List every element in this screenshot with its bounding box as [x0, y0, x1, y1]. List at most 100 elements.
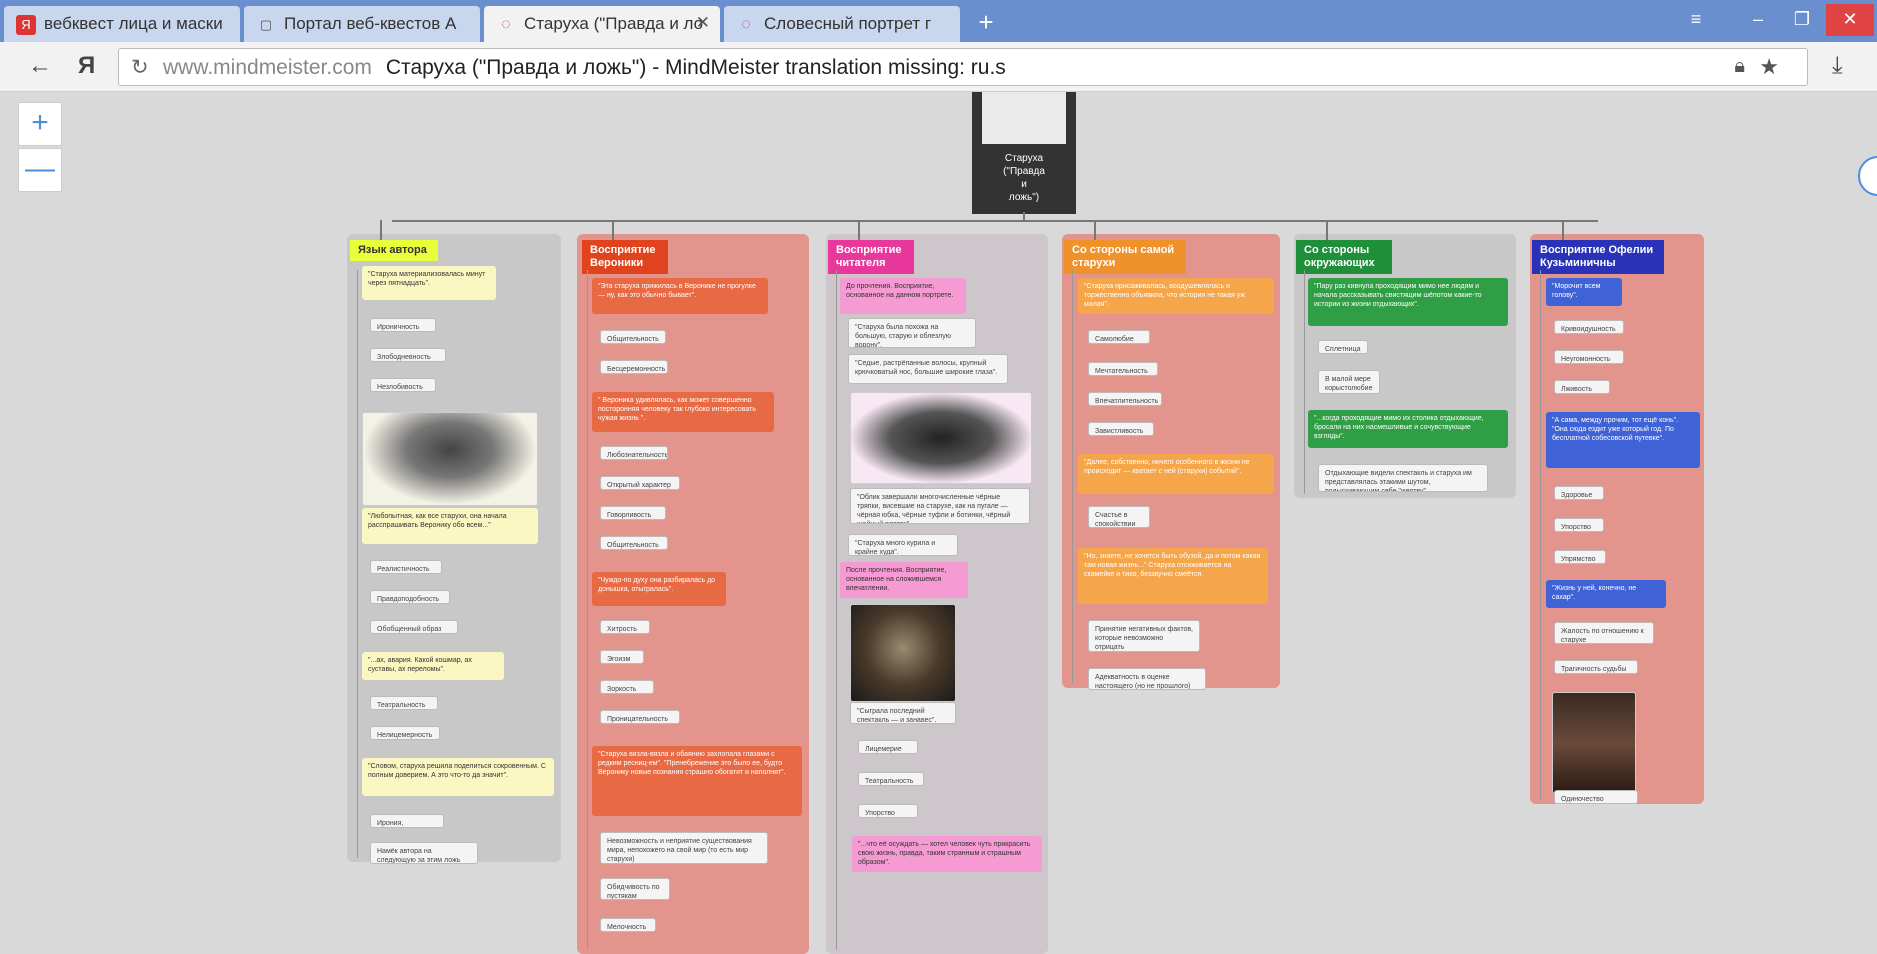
trait-node[interactable]: Сплетница — [1318, 340, 1368, 354]
trait-node[interactable]: Открытый характер — [600, 476, 680, 490]
trait-node[interactable]: Проницательность — [600, 710, 680, 724]
maximize-button[interactable]: ❐ — [1780, 4, 1824, 36]
column-header[interactable]: Со стороны самой старухи — [1064, 240, 1186, 274]
quote-node[interactable]: "Чуждо-по духу она разбиралась до донышк… — [592, 572, 726, 606]
column-header[interactable]: Со стороны окружающих — [1296, 240, 1392, 274]
quote-node[interactable]: "...ах, авария. Какой кошмар, ах суставы… — [362, 652, 504, 680]
quote-node[interactable]: "Старуха материализовалась минут через п… — [362, 266, 496, 300]
quote-node[interactable]: До прочтения. Восприятие, основанное на … — [840, 278, 966, 314]
quote-node[interactable]: "Но, знаете, не хочется быть обузой, да … — [1078, 548, 1268, 604]
trait-node[interactable]: Любознательность — [600, 446, 668, 460]
illustration-image[interactable] — [1552, 692, 1636, 794]
trait-node[interactable]: Ирония, насмешка — [370, 814, 444, 828]
back-button[interactable]: ← — [28, 52, 52, 80]
tab-portal[interactable]: ▢ Портал веб-квестов А — [244, 6, 480, 42]
trait-node[interactable]: Говорливость — [600, 506, 666, 520]
trait-node[interactable]: Адекватность в оценке настоящего (но не … — [1088, 668, 1206, 690]
trait-node[interactable]: Упорство — [858, 804, 918, 818]
quote-node[interactable]: "Старуха присаживалась, воодушевлялась и… — [1078, 278, 1274, 314]
bookmark-star-icon[interactable]: ★ — [1759, 54, 1779, 80]
trait-node[interactable]: "Седые, растрёпанные волосы, крупный крю… — [848, 354, 1008, 384]
trait-node[interactable]: Лицемерие — [858, 740, 918, 754]
trait-node[interactable]: Общительность — [600, 536, 668, 550]
menu-icon[interactable]: ≡ — [1674, 4, 1718, 36]
column-header[interactable]: Язык автора — [350, 240, 438, 261]
quote-node[interactable]: "Далее, собственно, ничего особенного в … — [1078, 454, 1274, 494]
column-header[interactable]: Восприятие Вероники — [582, 240, 668, 274]
column-header[interactable]: Восприятие Офелии Кузьминичны — [1532, 240, 1664, 274]
trait-node[interactable]: Обидчивость по пустякам — [600, 878, 670, 900]
trait-node[interactable]: Завистливость — [1088, 422, 1154, 436]
trait-node[interactable]: "Старуха была похожа на большую, старую … — [848, 318, 976, 348]
quote-node[interactable]: " Вероника удивлялась, как может соверше… — [592, 392, 774, 432]
trait-node[interactable]: Счастье в спокойствии — [1088, 506, 1150, 528]
trait-node[interactable]: "Сыграла последний спектакль — и занавес… — [850, 702, 956, 724]
trait-node[interactable]: Зоркость — [600, 680, 654, 694]
trait-node[interactable]: Намёк автора на следующую за этим ложь — [370, 842, 478, 864]
close-tab-icon[interactable]: ✕ — [696, 13, 710, 33]
trait-node[interactable]: Мелочность — [600, 918, 656, 932]
quote-node[interactable]: "Любопытная, как все старухи, она начала… — [362, 508, 538, 544]
trait-node[interactable]: В малой мере корыстолюбие — [1318, 370, 1380, 394]
reload-icon[interactable]: ↻ — [131, 55, 149, 80]
quote-node[interactable]: "...когда проходящие мимо их столика отд… — [1308, 410, 1508, 448]
quote-node[interactable]: "Старуха вязла-вязла и обаянию захлопала… — [592, 746, 802, 816]
address-bar[interactable]: ↻ www.mindmeister.com Старуха ("Правда и … — [118, 48, 1808, 86]
illustration-image[interactable] — [850, 604, 956, 702]
trait-node[interactable]: Трагичность судьбы — [1554, 660, 1638, 674]
lock-icon[interactable]: 🔒︎ — [1734, 55, 1745, 78]
column-header[interactable]: Восприятие читателя — [828, 240, 914, 274]
trait-node[interactable]: Бесцеремонность — [600, 360, 668, 374]
quote-node[interactable]: "А сама, между прочим, тот ещё конь". "О… — [1546, 412, 1700, 468]
trait-node[interactable]: Незлобивость — [370, 378, 436, 392]
trait-node[interactable]: Самолюбие — [1088, 330, 1150, 344]
trait-node[interactable]: Упорство — [1554, 518, 1604, 532]
quote-node[interactable]: "Словом, старуха решила поделиться сокро… — [362, 758, 554, 796]
trait-node[interactable]: "Облик завершали многочисленные чёрные т… — [850, 488, 1030, 524]
tab-webquest[interactable]: Я вебквест лица и маски — [4, 6, 240, 42]
new-tab-button[interactable]: + — [973, 9, 999, 36]
trait-node[interactable]: Лживость — [1554, 380, 1610, 394]
quote-node[interactable]: "Пару раз кивнула проходящим мимо нее лю… — [1308, 278, 1508, 326]
trait-node[interactable]: Неугомонность — [1554, 350, 1624, 364]
trait-node[interactable]: Отдыхающие видели спектакль и старуха им… — [1318, 464, 1488, 492]
quote-node[interactable]: "Жизнь у ней, конечно, не сахар". — [1546, 580, 1666, 608]
trait-node[interactable]: Ироничность — [370, 318, 436, 332]
yandex-home-button[interactable]: Я — [78, 52, 95, 80]
trait-node[interactable]: Принятие негативных фактов, которые нево… — [1088, 620, 1200, 652]
root-node[interactable]: Старуха ("Правда и ложь") — [972, 92, 1076, 214]
tab-portrait[interactable]: ◌ Словесный портрет г — [724, 6, 960, 42]
quote-node[interactable]: После прочтения. Восприятие, основанное … — [840, 562, 968, 598]
trait-node[interactable]: Общительность — [600, 330, 666, 344]
trait-node[interactable]: Невозможность и неприятие существования … — [600, 832, 768, 864]
trait-node[interactable]: Злободневность — [370, 348, 446, 362]
trait-node[interactable]: "Старуха много курила и крайне худа". — [848, 534, 958, 556]
illustration-image[interactable] — [850, 392, 1032, 484]
trait-node[interactable]: Кривоидушность — [1554, 320, 1624, 334]
zoom-in-button[interactable]: + — [18, 102, 62, 146]
illustration-image[interactable] — [362, 412, 538, 506]
tab-staruha[interactable]: ◌ Старуха ("Правда и ло ✕ — [484, 6, 720, 42]
zoom-out-button[interactable]: — — [18, 148, 62, 192]
minimize-button[interactable]: – — [1736, 4, 1780, 36]
close-window-button[interactable]: ✕ — [1826, 4, 1874, 36]
quote-node[interactable]: "Эта старуха прижилась в Веронике не про… — [592, 278, 768, 314]
trait-node[interactable]: Правдоподобность — [370, 590, 450, 604]
trait-node[interactable]: Одиночество — [1554, 790, 1638, 804]
trait-node[interactable]: Упрямство — [1554, 550, 1606, 564]
side-panel-handle[interactable] — [1858, 156, 1877, 196]
trait-node[interactable]: Театральность — [370, 696, 438, 710]
quote-node[interactable]: "Морочит всем голову". — [1546, 278, 1622, 306]
trait-node[interactable]: Мечтательность — [1088, 362, 1158, 376]
trait-node[interactable]: Хитрость — [600, 620, 650, 634]
trait-node[interactable]: Реалистичность — [370, 560, 442, 574]
trait-node[interactable]: Жалость по отношению к старухе — [1554, 622, 1654, 644]
trait-node[interactable]: Театральность — [858, 772, 924, 786]
trait-node[interactable]: Эгоизм — [600, 650, 644, 664]
trait-node[interactable]: Здоровье — [1554, 486, 1604, 500]
trait-node[interactable]: Впечатлительность — [1088, 392, 1162, 406]
mindmap-canvas[interactable]: + — Старуха ("Правда и ложь") Язык автор… — [0, 92, 1877, 954]
quote-node[interactable]: "...что её осуждать — хотел человек чуть… — [852, 836, 1042, 872]
download-icon[interactable]: ⤓ — [1832, 52, 1843, 80]
trait-node[interactable]: Обобщенный образ — [370, 620, 458, 634]
